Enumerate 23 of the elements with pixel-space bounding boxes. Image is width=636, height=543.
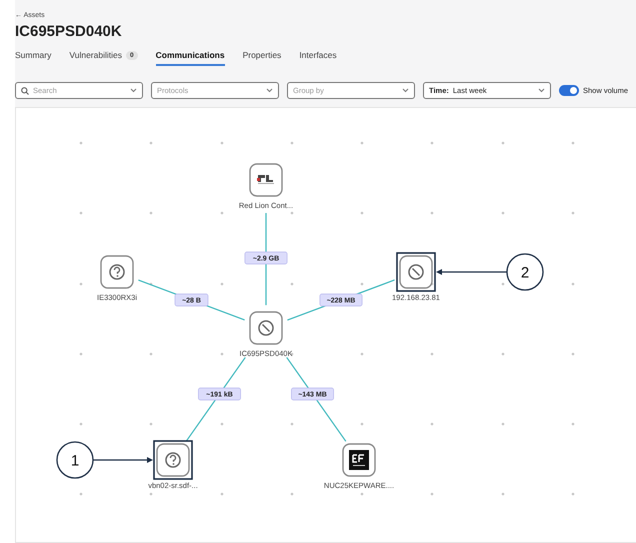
callout-marker: 1 <box>56 441 94 479</box>
question-icon <box>165 452 181 468</box>
callout-marker: 2 <box>506 253 544 291</box>
logo-icon <box>256 174 276 186</box>
callout-arrow <box>436 269 507 275</box>
device-node[interactable] <box>100 255 134 289</box>
tab[interactable]: Interfaces <box>299 50 337 66</box>
search-icon <box>21 86 29 94</box>
blocked-icon <box>258 320 274 336</box>
tab[interactable]: Communications <box>156 50 225 66</box>
chevron-icon <box>266 88 273 93</box>
callout-arrow <box>93 457 153 463</box>
blocked-icon <box>408 264 424 280</box>
toggle-switch[interactable] <box>559 85 579 96</box>
tab[interactable]: Summary <box>15 50 52 66</box>
chevron-icon <box>130 88 137 93</box>
page-title: IC695PSD040K <box>15 23 123 40</box>
question-icon <box>109 264 125 280</box>
device-node[interactable] <box>249 311 283 345</box>
tab[interactable]: Properties <box>242 50 282 66</box>
logo-icon <box>349 450 369 470</box>
chevron-icon <box>538 88 545 93</box>
chevron-icon <box>402 88 409 93</box>
